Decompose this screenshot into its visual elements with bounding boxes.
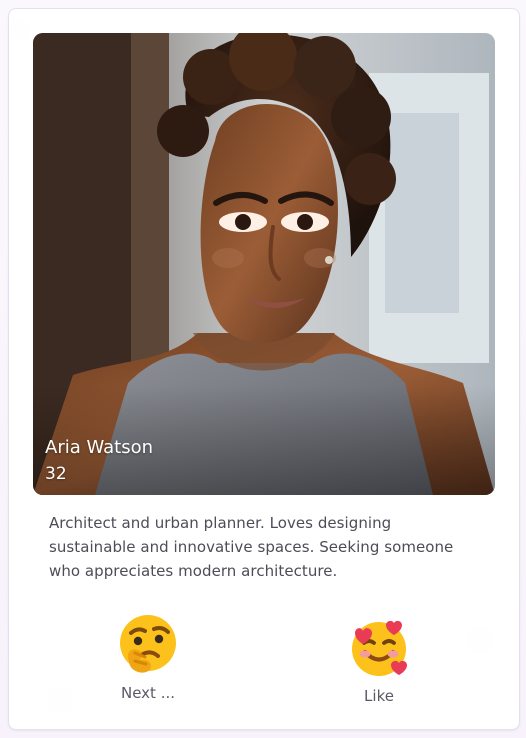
next-button-label: Next ... (120, 684, 176, 702)
thinking-face-icon (120, 615, 176, 673)
profile-photo: Aria Watson 32 (33, 33, 495, 495)
profile-name: Aria Watson (45, 437, 153, 458)
next-button[interactable]: Next ... (88, 612, 208, 712)
profile-bio: Architect and urban planner. Loves desig… (49, 514, 454, 580)
profile-age: 32 (45, 464, 67, 484)
like-button-label: Like (364, 687, 394, 705)
smiling-face-with-hearts-icon (352, 620, 407, 676)
profile-card: Aria Watson 32 Architect and urban plann… (8, 8, 520, 730)
like-button[interactable]: Like (319, 615, 439, 715)
